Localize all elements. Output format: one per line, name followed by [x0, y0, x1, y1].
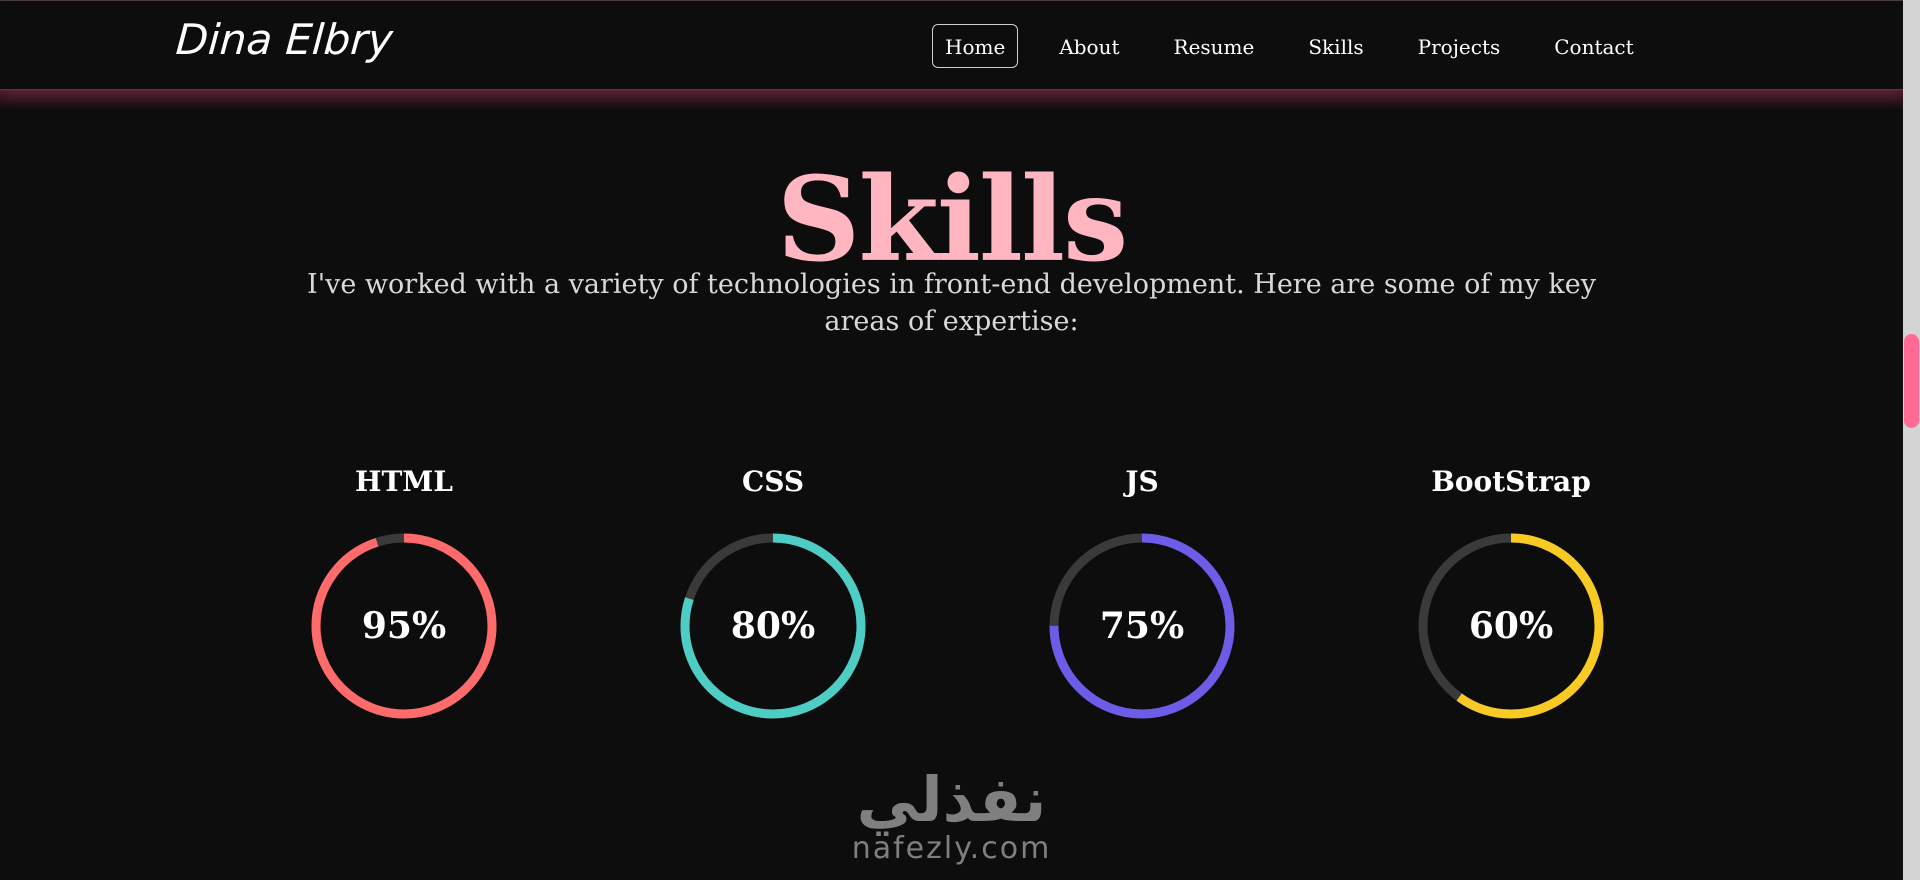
skill-percent: 60%	[1468, 605, 1554, 647]
skill-name: CSS	[741, 465, 805, 498]
skill-progress-ring: 80%	[677, 530, 869, 722]
skill-card-js: JS 75%	[1032, 462, 1252, 722]
page: Dina Elbry Home About Resume Skills Proj…	[0, 0, 1920, 880]
skill-card-bootstrap: BootStrap 60%	[1401, 462, 1621, 722]
skill-progress-ring: 60%	[1415, 530, 1607, 722]
brand-logo[interactable]: Dina Elbry	[174, 15, 394, 64]
skill-percent: 75%	[1099, 605, 1185, 647]
nav-link-skills[interactable]: Skills	[1295, 24, 1376, 68]
watermark-arabic-text: نفذلي	[856, 763, 1047, 836]
navbar-glow	[0, 89, 1903, 111]
skill-name: HTML	[355, 465, 453, 498]
skill-progress-ring: 95%	[308, 530, 500, 722]
nav-links: Home About Resume Skills Projects Contac…	[932, 23, 1647, 69]
navbar: Dina Elbry Home About Resume Skills Proj…	[0, 1, 1903, 90]
watermark-url-text: nafezly.com	[851, 831, 1052, 866]
nav-link-home[interactable]: Home	[932, 24, 1019, 68]
nav-link-projects[interactable]: Projects	[1405, 24, 1514, 68]
skill-percent: 95%	[361, 605, 447, 647]
skill-card-css: CSS 80%	[663, 462, 883, 722]
watermark: نفذلي nafezly.com	[0, 768, 1903, 866]
scrollbar-thumb[interactable]	[1904, 334, 1919, 428]
skill-name: BootStrap	[1431, 465, 1591, 498]
skill-progress-ring: 75%	[1046, 530, 1238, 722]
nav-link-resume[interactable]: Resume	[1161, 24, 1268, 68]
scrollbar-track[interactable]	[1903, 0, 1920, 880]
section-subtitle: I've worked with a variety of technologi…	[307, 269, 1596, 337]
nav-link-about[interactable]: About	[1046, 24, 1132, 68]
nav-link-contact[interactable]: Contact	[1541, 24, 1646, 68]
skill-percent: 80%	[730, 605, 816, 647]
skill-card-html: HTML 95%	[294, 462, 514, 722]
skill-name: JS	[1125, 465, 1159, 498]
